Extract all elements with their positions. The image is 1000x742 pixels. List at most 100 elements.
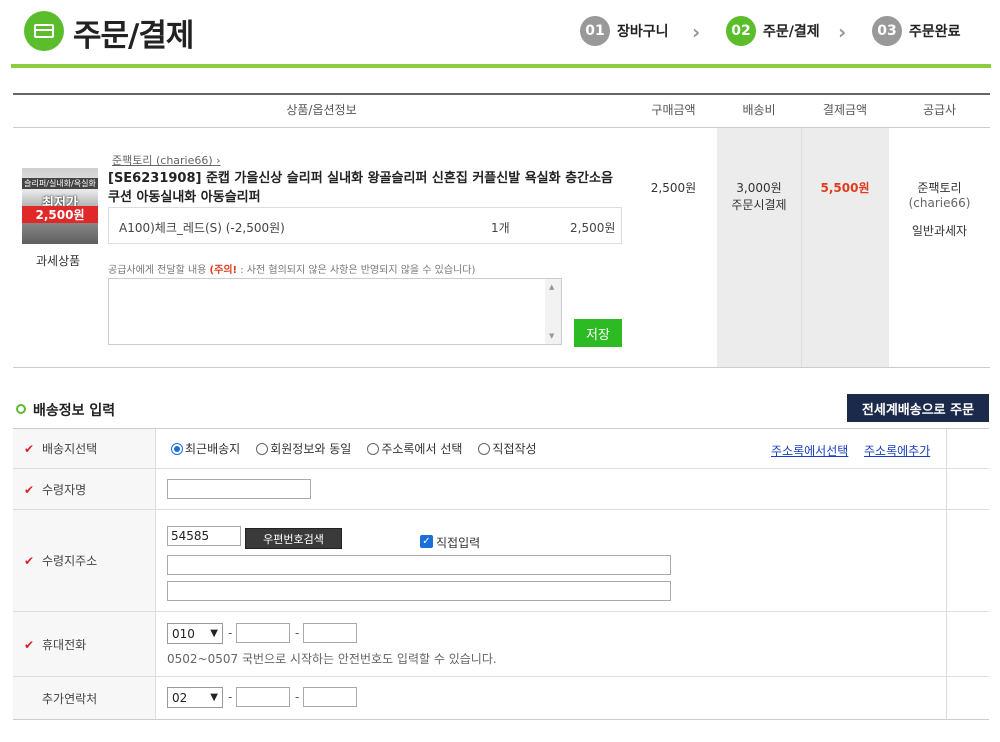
step-label: 장바구니 <box>617 24 669 40</box>
extra-middle-input[interactable] <box>236 687 290 707</box>
supplier-link-text: 준팩토리 (charie66) <box>112 154 213 167</box>
memo-label-text: 공급사에게 전달할 내용 <box>108 265 207 276</box>
radio-button-selected[interactable] <box>171 442 183 455</box>
required-check-icon: ✔ <box>24 482 35 497</box>
memo-label: 공급사에게 전달할 내용 (주의! : 사전 협의되지 않은 사항은 반영되지 … <box>108 261 475 276</box>
header-supplier: 공급사 <box>922 103 957 117</box>
supplier-name: 준팩토리 <box>917 181 962 195</box>
header-product-info: 상품/옵션정보 <box>286 103 357 117</box>
step-label: 주문/결제 <box>763 24 820 40</box>
thumbnail-tag: 슬리퍼/실내화/욕실화 <box>22 178 98 189</box>
extra-prefix-value: 02 <box>172 690 188 705</box>
option-price: 2,500원 <box>570 221 616 235</box>
mobile-label-text: 휴대전화 <box>42 638 87 652</box>
card-icon <box>24 11 64 51</box>
supplier-type: 일반과세자 <box>911 224 968 238</box>
required-check-icon: ✔ <box>24 637 35 652</box>
payment-amount: 5,500원 <box>820 181 870 195</box>
extra-contact-label: 추가연락처 <box>42 692 98 706</box>
destination-label-text: 배송지선택 <box>42 442 98 456</box>
radio-button[interactable] <box>256 442 269 455</box>
option-name: A100)체크_레드(S) (-2,500원) <box>119 221 285 235</box>
dash-separator: - <box>295 626 300 640</box>
address-line2-input[interactable] <box>167 581 671 601</box>
scroll-up-icon[interactable]: ▲ <box>549 283 554 291</box>
circle-bullet-icon <box>16 404 26 414</box>
memo-scrollbar[interactable]: ▲ ▼ <box>545 279 561 344</box>
step-cart: 01 장바구니 <box>580 16 669 46</box>
radio-address-book[interactable]: 주소록에서 선택 <box>367 440 462 457</box>
header-purchase-amount: 구매금액 <box>651 103 696 117</box>
mobile-prefix-select[interactable]: 010 ▼ <box>167 623 223 644</box>
step-label: 주문완료 <box>909 24 961 40</box>
chevron-down-icon: ▼ <box>210 692 218 703</box>
dash-separator: - <box>228 690 233 704</box>
shipping-note: 주문시결제 <box>731 198 787 212</box>
table-bottom-line <box>13 367 990 368</box>
thumbnail-price: 2,500원 <box>22 206 98 223</box>
radio-label: 회원정보와 동일 <box>270 442 352 456</box>
destination-radio-group: 최근배송지 회원정보와 동일 주소록에서 선택 직접작성 <box>171 440 553 457</box>
address-line1-input[interactable] <box>167 555 671 575</box>
required-check-icon: ✔ <box>24 441 35 456</box>
address-label-text: 수령지주소 <box>42 554 98 568</box>
supplier-link[interactable]: 준팩토리 (charie66) › <box>112 152 221 168</box>
address-book-add-link[interactable]: 주소록에추가 <box>864 442 930 459</box>
mobile-hint: 0502~0507 국번으로 시작하는 안전번호도 입력할 수 있습니다. <box>167 652 497 666</box>
mobile-prefix-value: 010 <box>172 626 195 641</box>
shipping-payment-column <box>717 128 889 367</box>
required-check-icon: ✔ <box>24 553 35 568</box>
radio-member-info[interactable]: 회원정보와 동일 <box>256 440 351 457</box>
scroll-down-icon[interactable]: ▼ <box>549 332 554 340</box>
extra-prefix-select[interactable]: 02 ▼ <box>167 687 223 708</box>
step-complete: 03 주문완료 <box>872 16 961 46</box>
destination-label: ✔ 배송지선택 <box>24 440 97 457</box>
chevron-down-icon: ▼ <box>210 628 218 639</box>
row-divider <box>13 676 989 677</box>
step-number: 01 <box>580 16 610 46</box>
product-thumbnail[interactable]: 슬리퍼/실내화/욕실화 최저가 2,500원 <box>22 168 98 244</box>
row-divider <box>13 468 989 469</box>
tax-type: 과세상품 <box>36 254 81 268</box>
column-divider <box>801 128 802 367</box>
zipcode-input[interactable]: 54585 <box>167 526 241 546</box>
radio-direct-entry[interactable]: 직접작성 <box>478 440 537 457</box>
header-shipping-fee: 배송비 <box>742 103 776 117</box>
receiver-name-input[interactable] <box>167 479 311 499</box>
address-label: ✔ 수령지주소 <box>24 552 97 569</box>
row-divider <box>13 509 989 510</box>
step-checkout: 02 주문/결제 <box>726 16 820 46</box>
memo-warning: (주의! <box>209 265 238 276</box>
memo-textarea[interactable] <box>108 278 562 345</box>
address-book-select-link[interactable]: 주소록에서선택 <box>771 442 848 459</box>
purchase-amount: 2,500원 <box>650 181 697 195</box>
radio-label: 직접작성 <box>492 442 537 456</box>
chevron-right-icon: › <box>216 154 221 167</box>
mobile-last-input[interactable] <box>303 623 357 643</box>
memo-warning-rest: : 사전 협의되지 않은 사항은 반영되지 않을 수 있습니다) <box>237 265 476 276</box>
header-divider <box>11 64 991 68</box>
dash-separator: - <box>228 626 233 640</box>
extra-last-input[interactable] <box>303 687 357 707</box>
supplier-id: (charie66) <box>908 196 971 210</box>
worldwide-shipping-button[interactable]: 전세계배송으로 주문 <box>847 394 989 422</box>
shipping-fee: 3,000원 <box>736 181 782 195</box>
table-top-border <box>13 93 990 95</box>
chevron-right-icon: › <box>692 20 701 44</box>
direct-input-label: 직접입력 <box>436 536 481 550</box>
save-button[interactable]: 저장 <box>574 319 622 347</box>
receiver-label: ✔ 수령자명 <box>24 481 86 498</box>
chevron-right-icon: › <box>838 20 847 44</box>
step-number: 02 <box>726 16 756 46</box>
mobile-label: ✔ 휴대전화 <box>24 636 86 653</box>
product-name[interactable]: [SE6231908] 준캡 가을신상 슬리퍼 실내화 왕골슬리퍼 신혼집 커플… <box>108 169 626 207</box>
radio-label: 최근배송지 <box>185 442 241 456</box>
radio-button[interactable] <box>478 442 491 455</box>
radio-button[interactable] <box>367 442 380 455</box>
option-quantity: 1개 <box>491 221 510 235</box>
zipcode-search-button[interactable]: 우편번호검색 <box>245 528 342 549</box>
mobile-middle-input[interactable] <box>236 623 290 643</box>
receiver-label-text: 수령자명 <box>42 483 87 497</box>
radio-recent[interactable]: 최근배송지 <box>171 440 240 457</box>
direct-input-checkbox[interactable]: ✓ <box>420 535 433 548</box>
